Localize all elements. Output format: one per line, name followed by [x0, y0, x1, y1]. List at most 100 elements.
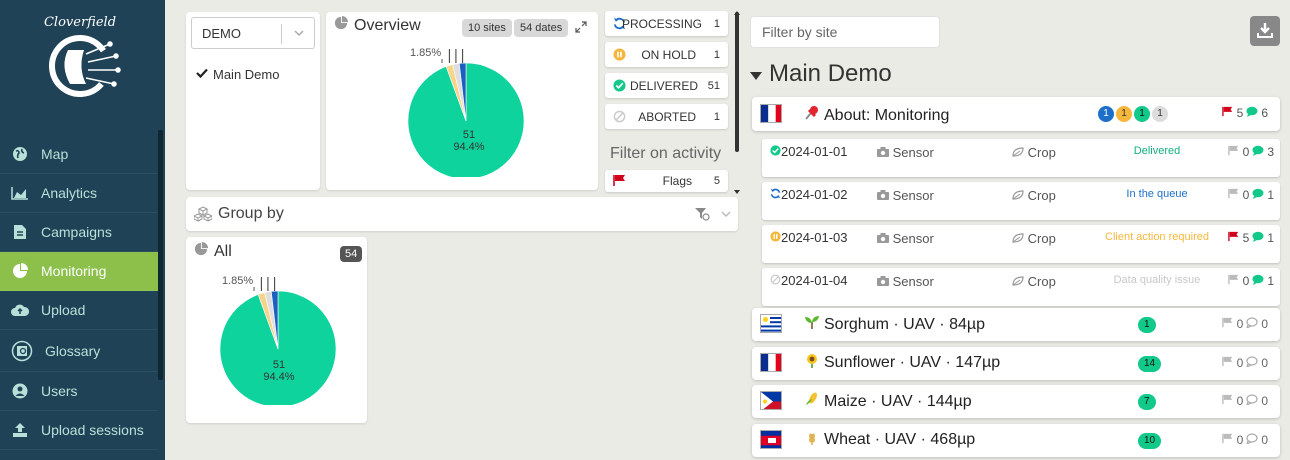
download-icon — [1257, 22, 1273, 41]
pie-big-pct: 94.4% — [453, 141, 485, 153]
status-count: 51 — [707, 79, 720, 92]
flag-icon — [1221, 317, 1234, 331]
status-scrollbar[interactable] — [735, 12, 739, 152]
status-count: 1 — [713, 48, 720, 61]
flag-icon — [1221, 394, 1234, 408]
upload-icon — [11, 421, 29, 439]
sidebar-item-upload-sessions[interactable]: Upload sessions — [0, 411, 158, 450]
sidebar-item-analytics[interactable]: Analytics — [0, 174, 158, 213]
flag-icon — [1221, 106, 1234, 120]
flag-count: 0 — [1236, 355, 1244, 370]
cubes-icon — [192, 206, 214, 225]
comment-count: 0 — [1261, 317, 1268, 331]
pushpin-icon — [804, 105, 820, 126]
processing-count-pill: 1 — [1098, 106, 1114, 122]
comment-count: 6 — [1261, 106, 1268, 120]
site-list-area: Main Demo About: Monitoring 1 1 1 1 5 6 … — [740, 0, 1290, 460]
site-activity-counts: 0 0 — [1221, 317, 1268, 331]
dates-badge: 54 dates — [514, 19, 569, 37]
sidebar: Cloverfield Map Analytics Campaigns Moni… — [0, 0, 165, 460]
comment-icon — [1246, 317, 1258, 331]
flag-icon — [1227, 274, 1240, 288]
site-title-text: Wheat · UAV · 468µp — [824, 431, 976, 448]
sidebar-item-map[interactable]: Map — [0, 135, 158, 174]
row-date-text: 2024-01-01 — [781, 144, 848, 159]
groupby-bar[interactable]: Group by — [186, 197, 738, 231]
download-button[interactable] — [1250, 16, 1280, 46]
on-hold-filter-button[interactable]: ON HOLD 1 — [605, 42, 728, 67]
status-count: 1 — [713, 110, 720, 123]
sidebar-item-upload[interactable]: Upload — [0, 291, 158, 330]
site-activity-counts: 0 0 — [1221, 433, 1268, 447]
status-filters: PROCESSING 1 ON HOLD 1 DELIVERED 51 ABOR… — [605, 10, 728, 195]
table-row[interactable]: 2024-01-03 Sensor Crop Client action req… — [762, 225, 1280, 263]
aborted-filter-button[interactable]: ABORTED 1 — [605, 104, 728, 129]
row-sensor-text: Sensor — [892, 145, 934, 160]
user-circle-icon — [11, 382, 29, 400]
sidebar-nav: Map Analytics Campaigns Monitoring Uploa… — [0, 135, 158, 450]
pie-big-count: 51 — [462, 129, 476, 141]
status-label: PROCESSING — [621, 16, 702, 31]
site-card[interactable]: Sorghum · UAV · 84µp 1 0 0 — [752, 308, 1280, 341]
flag-count: 0 — [1242, 274, 1250, 288]
table-row[interactable]: 2024-01-01 Sensor Crop Delivered 0 3 — [762, 139, 1280, 177]
chevron-down-icon[interactable] — [720, 208, 732, 223]
sidebar-item-campaigns[interactable]: Campaigns — [0, 213, 158, 252]
leaf-icon — [1012, 188, 1024, 203]
processing-filter-button[interactable]: PROCESSING 1 — [605, 11, 728, 36]
comment-count: 0 — [1261, 394, 1268, 408]
site-count-pill: 14 — [1138, 355, 1162, 372]
row-crop: Crop — [1012, 188, 1056, 203]
table-row[interactable]: 2024-01-04 Sensor Crop Data quality issu… — [762, 268, 1280, 306]
overview-title-text: Overview — [354, 16, 421, 34]
site-count-pill: 10 — [1138, 432, 1162, 449]
row-activity-counts: 5 1 — [1227, 231, 1274, 245]
camera-icon — [877, 274, 889, 289]
table-row[interactable]: 2024-01-02 Sensor Crop In the queue 0 1 — [762, 182, 1280, 220]
cloud-upload-icon — [11, 301, 29, 319]
on-hold-count-pill: 1 — [1116, 106, 1132, 122]
sidebar-scrollbar[interactable] — [158, 130, 163, 380]
site-card[interactable]: Sunflower · UAV · 147µp 14 0 0 — [752, 346, 1280, 380]
chevron-down-icon[interactable] — [292, 26, 306, 43]
site-title: Sunflower · UAV · 147µp — [804, 353, 1000, 374]
cloverfield-logo[interactable]: Cloverfield — [30, 8, 130, 108]
ban-icon — [613, 110, 626, 126]
flags-filter-button[interactable]: Flags 5 — [605, 170, 728, 192]
sidebar-item-label: Glossary — [45, 342, 101, 359]
pie-big-count: 51 — [272, 359, 286, 371]
site-card[interactable]: Maize · UAV · 144µp 7 0 0 — [752, 385, 1280, 418]
leaf-icon — [1012, 274, 1024, 289]
row-status: Delivered — [1133, 145, 1181, 157]
flags-count: 5 — [713, 175, 720, 187]
status-label: ABORTED — [638, 109, 696, 124]
site-title: Wheat · UAV · 468µp — [804, 430, 975, 451]
group-title[interactable]: Main Demo — [749, 60, 892, 88]
site-card[interactable]: Wheat · UAV · 468µp 10 0 0 — [752, 423, 1280, 457]
row-status: In the queue — [1126, 188, 1188, 200]
sidebar-item-label: Campaigns — [41, 224, 112, 240]
filter-clear-icon[interactable] — [694, 207, 710, 224]
flag-count: 5 — [1236, 106, 1244, 120]
globe-icon — [11, 145, 29, 163]
flag-count: 0 — [1242, 145, 1250, 159]
demo-select[interactable]: DEMO — [191, 17, 315, 49]
all-title: All — [194, 242, 232, 261]
flags-label: Flags — [662, 174, 692, 188]
comment-icon — [1252, 274, 1264, 288]
sidebar-item-users[interactable]: Users — [0, 372, 158, 411]
sidebar-item-label: Map — [41, 146, 69, 162]
status-counts: 1 1 1 1 — [1096, 106, 1168, 122]
sidebar-item-glossary[interactable]: Glossary — [0, 330, 158, 372]
sidebar-item-monitoring[interactable]: Monitoring — [0, 252, 158, 291]
main-demo-option[interactable]: Main Demo — [196, 67, 279, 82]
all-count-badge: 54 — [340, 246, 363, 262]
monitoring-site-card[interactable]: About: Monitoring 1 1 1 1 5 6 — [752, 97, 1280, 131]
all-title-text: All — [214, 242, 232, 260]
expand-icon[interactable] — [575, 21, 587, 36]
filter-site-input[interactable] — [750, 16, 940, 48]
row-sensor-text: Sensor — [892, 274, 934, 289]
row-crop-text: Crop — [1027, 145, 1056, 160]
pie-small-label: 1.85% — [410, 47, 442, 59]
delivered-filter-button[interactable]: DELIVERED 51 — [605, 73, 728, 98]
